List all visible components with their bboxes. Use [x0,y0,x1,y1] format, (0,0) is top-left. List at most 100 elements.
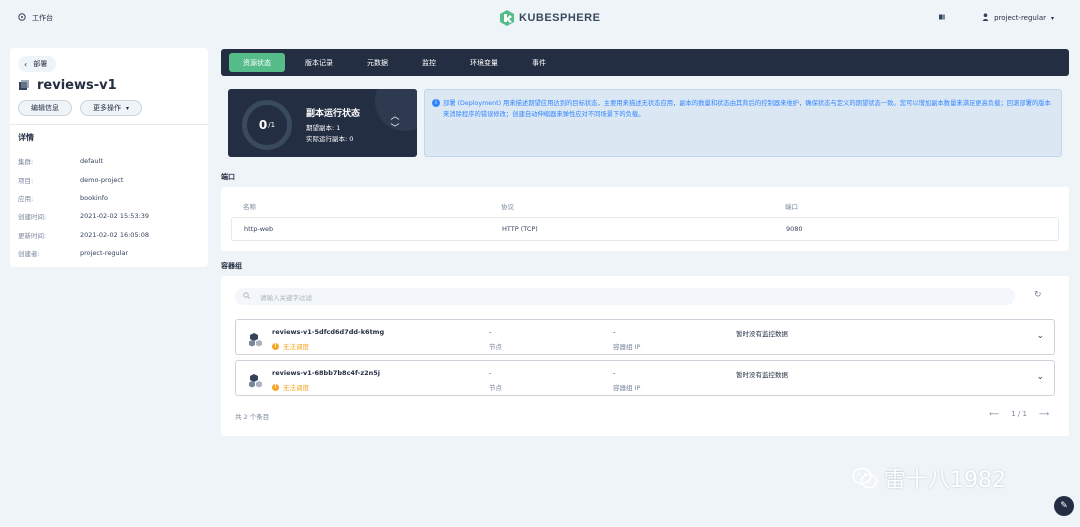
details-list: 集群: default 项目: demo-project 应用: bookinfo 创… [18,152,200,262]
desired-replicas: 期望副本: 1 [306,124,341,132]
col-header-port: 端口 [785,203,798,211]
pod-name[interactable]: reviews-v1-68bb7b8c4f-z2n5j [272,369,380,377]
pod-ip-label: 容器组 IP [613,384,641,392]
list-item[interactable]: reviews-v1-68bb7b8c4f-z2n5j ! 无法调度 - 节点 -… [235,360,1055,396]
pod-status: ! 无法调度 [272,382,309,392]
detail-value: project-regular [80,249,129,258]
pods-section-label: 容器组 [221,262,242,270]
refresh-icon[interactable]: ↻ [1034,290,1042,300]
warning-icon: ! [272,342,279,350]
detail-key: 创建者: [18,250,40,259]
workbench-link[interactable]: 工作台 [18,13,53,23]
kubesphere-logo[interactable]: KUBESPHERE [500,10,600,26]
detail-row-cluster: 集群: default [18,152,200,170]
tab-bar: 资源状态 版本记录 元数据 监控 环境变量 事件 [221,49,1069,76]
prev-page-icon[interactable]: ⟵ [989,410,999,418]
pod-monitor: 暂时没有监控数据 [736,371,788,379]
table-row: http-web HTTP (TCP) 9080 [231,217,1059,241]
chevron-down-icon[interactable]: ⌄ [1036,372,1044,382]
replica-desired: /1 [268,121,276,129]
pod-status: ! 无法调度 [272,341,309,351]
pod-status-text: 无法调度 [283,384,309,392]
page-title: reviews-v1 [37,78,117,93]
tab-monitoring[interactable]: 监控 [408,53,450,72]
detail-row-updated: 更新时间: 2021-02-02 16:05:08 [18,226,200,244]
detail-value: 2021-02-02 16:05:08 [80,230,150,239]
page-indicator: 1 / 1 [1011,410,1027,418]
notification-icon[interactable] [938,13,946,23]
detail-key: 集群: [18,158,34,167]
detail-key: 项目: [18,176,34,185]
next-page-icon[interactable]: ⟶ [1039,410,1049,418]
more-actions-label: 更多操作 [93,104,121,112]
tab-revision-records[interactable]: 版本记录 [291,53,347,72]
divider [10,124,208,125]
pod-ip-label: 容器组 IP [613,343,641,351]
pod-status-text: 无法调度 [283,343,309,351]
detail-row-app: 应用: bookinfo [18,189,200,207]
tab-resource-status[interactable]: 资源状态 [229,53,285,72]
edit-info-button[interactable]: 编辑信息 [18,100,72,116]
list-item[interactable]: reviews-v1-5dfcd6d7dd-k6tmg ! 无法调度 - 节点 -… [235,319,1055,355]
detail-value: demo-project [80,175,124,184]
tab-events[interactable]: 事件 [518,53,560,72]
deployment-icon [18,79,30,93]
chevron-left-icon: ‹ [24,59,28,69]
pod-node: - [489,328,492,336]
tab-environment-variables[interactable]: 环境变量 [456,53,512,72]
detail-value: default [80,157,103,166]
search-placeholder: 请输入关键字过滤 [260,293,312,302]
logo-text: KUBESPHERE [519,12,601,24]
col-header-name: 名称 [243,203,256,211]
pod-ip: - [613,369,616,377]
pod-node-label: 节点 [489,384,502,392]
kubesphere-logo-icon [500,10,514,26]
replica-status-card: 0/1 副本运行状态 期望副本: 1 实际运行副本: 0 ︿ ﹀ [228,89,417,157]
detail-key: 创建时间: [18,213,47,222]
wechat-icon [852,467,878,489]
back-button[interactable]: ‹ 部署 [18,56,57,72]
detail-value: 2021-02-02 15:53:39 [80,212,150,221]
replica-current: 0 [258,118,268,132]
detail-row-project: 项目: demo-project [18,170,200,188]
top-bar: 工作台 KUBESPHERE project-regular ▾ [0,0,1080,38]
more-actions-button[interactable]: 更多操作 ▾ [80,100,143,116]
detail-row-created: 创建时间: 2021-02-02 15:53:39 [18,207,200,225]
info-icon: i [432,99,440,107]
tools-icon[interactable]: ✎ [1054,496,1074,516]
pod-name[interactable]: reviews-v1-5dfcd6d7dd-k6tmg [272,328,384,336]
actual-replicas: 实际运行副本: 0 [306,135,354,143]
user-name: project-regular [994,14,1046,22]
replica-stepper: ︿ ﹀ [389,111,401,135]
port-protocol: HTTP (TCP) [502,225,538,233]
pod-node-label: 节点 [489,343,502,351]
chevron-up-icon[interactable]: ︿ [389,111,401,123]
user-icon [982,13,989,23]
user-menu[interactable]: project-regular ▾ [982,13,1054,23]
pod-icon [249,374,262,388]
details-heading: 详情 [18,133,34,142]
replica-status-title: 副本运行状态 [306,109,361,119]
back-label: 部署 [33,60,48,68]
detail-panel: ‹ 部署 reviews-v1 编辑信息 更多操作 ▾ 详情 集群: defaul… [10,48,208,267]
col-header-protocol: 协议 [501,203,514,211]
search-input[interactable]: 请输入关键字过滤 [235,288,1015,305]
workbench-icon [18,13,26,23]
chevron-down-icon[interactable]: ⌄ [1036,331,1044,341]
replica-ring: 0/1 [242,100,292,150]
port-number: 9080 [786,225,803,233]
caret-down-icon: ▾ [126,104,130,112]
pod-node: - [489,369,492,377]
ports-header: 名称 协议 端口 [231,197,1059,215]
watermark-text: 雷十八1982 [884,468,1006,493]
detail-key: 更新时间: [18,231,47,240]
pagination: ⟵ 1 / 1 ⟶ [989,410,1049,418]
pod-ip: - [613,328,616,336]
pod-icon [249,333,262,347]
tab-metadata[interactable]: 元数据 [353,53,402,72]
ports-card: 名称 协议 端口 http-web HTTP (TCP) 9080 [221,187,1069,251]
chevron-down-icon[interactable]: ﹀ [389,123,401,135]
edit-info-label: 编辑信息 [31,104,59,112]
info-text: 部署 (Deployment) 用来描述期望应用达到的目标状态，主要用来描述无状… [443,100,1051,118]
detail-row-creator: 创建者: project-regular [18,244,200,262]
